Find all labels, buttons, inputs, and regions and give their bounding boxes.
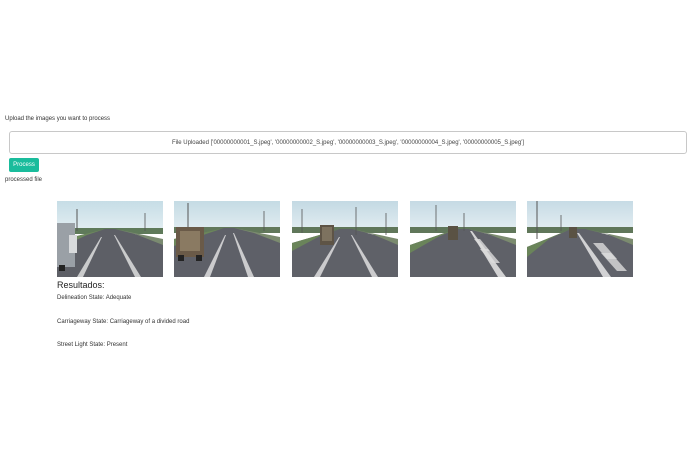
street-light-state: Street Light State: Present <box>57 342 128 348</box>
page: Upload the images you want to process Fi… <box>0 0 690 460</box>
file-uploader[interactable]: File Uploaded ['00000000001_S.jpeg', '00… <box>9 131 687 154</box>
road-image-4 <box>410 201 516 277</box>
road-image-1 <box>57 201 163 277</box>
carriageway-state: Carriageway State: Carriageway of a divi… <box>57 319 190 325</box>
road-image-2 <box>174 201 280 277</box>
file-uploaded-status: File Uploaded ['00000000001_S.jpeg', '00… <box>171 139 525 146</box>
processed-image-gallery <box>0 0 690 460</box>
delineation-state: Delineation State: Adequate <box>57 295 132 301</box>
processed-file-label: processed file <box>5 177 43 183</box>
upload-label: Upload the images you want to process <box>5 116 111 122</box>
process-button[interactable]: Process <box>9 158 39 172</box>
road-image-5 <box>527 201 633 277</box>
results-title: Resultados: <box>57 280 105 290</box>
road-image-3 <box>292 201 398 277</box>
